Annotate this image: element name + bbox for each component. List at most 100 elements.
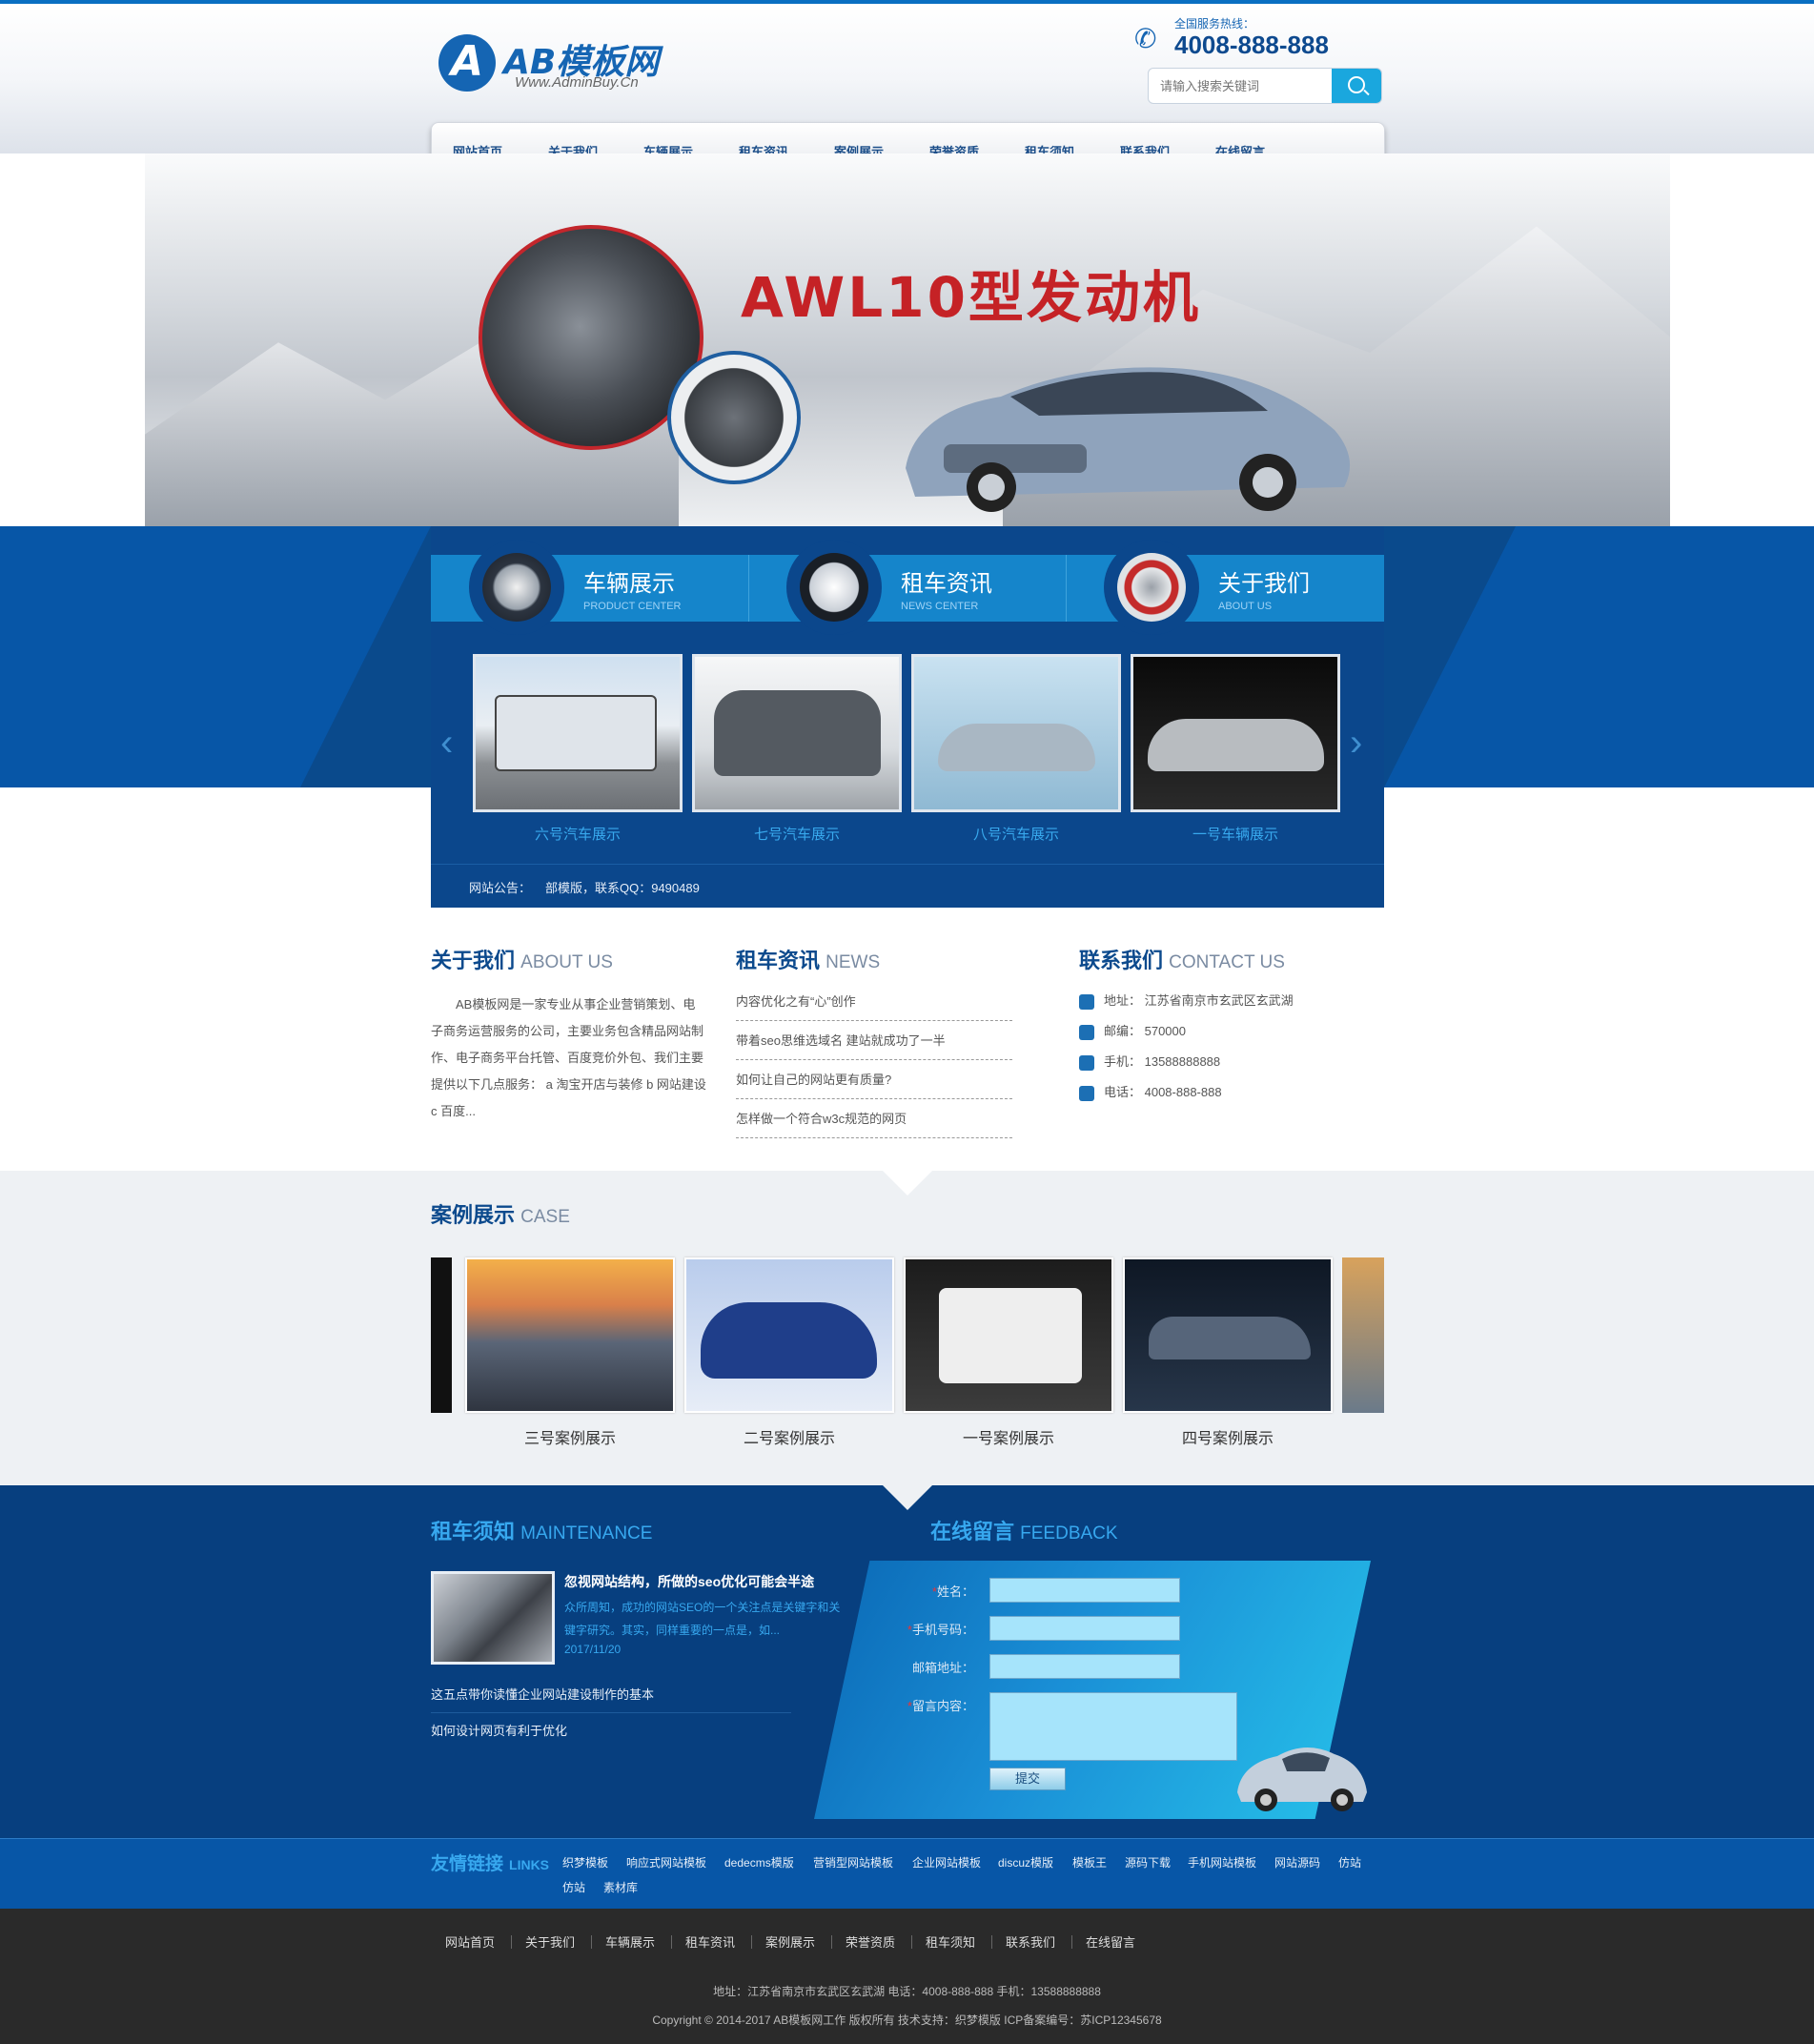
tire-image xyxy=(482,553,551,622)
phone-field[interactable] xyxy=(989,1616,1180,1641)
phone-label-text: 手机号码： xyxy=(911,1623,974,1637)
case-title-en: CASE xyxy=(520,1207,570,1227)
friend-link[interactable]: dedecms模版 xyxy=(724,1854,794,1870)
maintenance-headline[interactable]: 忽视网站结构，所做的seo优化可能会半途 xyxy=(564,1572,814,1591)
product-card[interactable]: 六号汽车展示 xyxy=(473,654,683,854)
message-label: *留言内容： xyxy=(879,1696,974,1714)
phone-label: *手机号码： xyxy=(879,1620,974,1638)
friend-link[interactable]: 手机网站模板 xyxy=(1188,1854,1256,1870)
hotline-label: 全国服务热线： xyxy=(1174,17,1255,31)
prev-arrow-icon[interactable]: ‹ xyxy=(440,722,453,765)
next-arrow-icon[interactable]: › xyxy=(1350,722,1362,765)
maintenance-title: 租车须知 MAINTENANCE xyxy=(431,1515,652,1545)
case-caption: 三号案例展示 xyxy=(523,1431,616,1447)
bus-image xyxy=(473,654,683,812)
product-card[interactable]: 七号汽车展示 xyxy=(692,654,902,854)
case-caption: 四号案例展示 xyxy=(1181,1431,1274,1447)
tab-vehicles[interactable]: 车辆展示 PRODUCT CENTER xyxy=(431,540,748,635)
case-card[interactable]: 四号案例展示 xyxy=(1123,1257,1333,1447)
case-title-cn: 案例展示 xyxy=(431,1203,516,1227)
product-caption: 一号车辆展示 xyxy=(1192,827,1278,843)
about-text: AB模板网是一家专业从事企业营销策划、电子商务运营服务的公司，主要业务包含精品网… xyxy=(431,997,706,1118)
contact-title: 联系我们 CONTACT US xyxy=(1079,944,1285,974)
site-logo[interactable]: A AB模板网 Www.AdminBuy.Cn xyxy=(438,31,686,97)
notice-label: 网站公告： xyxy=(469,881,532,895)
message-label-text: 留言内容： xyxy=(911,1699,974,1713)
friend-link[interactable]: 模板王 xyxy=(1072,1854,1107,1870)
contact-mobile-text: 手机： 13588888888 xyxy=(1104,1054,1221,1069)
beetle-image xyxy=(800,553,868,622)
maintenance-title-en: MAINTENANCE xyxy=(520,1523,653,1543)
tab-subtitle: PRODUCT CENTER xyxy=(583,601,682,612)
email-field[interactable] xyxy=(989,1654,1180,1679)
footer-copyright: Copyright © 2014-2017 AB模板网工作 版权所有 技术支持：… xyxy=(652,2013,1162,2027)
section-notch xyxy=(883,1171,932,1196)
footer-nav-honors[interactable]: 荣誉资质 xyxy=(846,1932,895,1951)
suv-image xyxy=(904,1257,1113,1413)
footer-nav-vehicles[interactable]: 车辆展示 xyxy=(605,1932,655,1951)
footer-separator xyxy=(1071,1935,1072,1949)
dashboard-image[interactable] xyxy=(431,1571,555,1665)
about-title-en: ABOUT US xyxy=(520,952,613,972)
friend-link[interactable]: 企业网站模板 xyxy=(912,1854,981,1870)
tab-about[interactable]: 关于我们 ABOUT US xyxy=(1066,540,1383,635)
product-card[interactable]: 八号汽车展示 xyxy=(911,654,1121,854)
case-caption: 二号案例展示 xyxy=(743,1431,835,1447)
case-card[interactable]: 三号案例展示 xyxy=(465,1257,675,1447)
friend-link[interactable]: discuz模版 xyxy=(998,1854,1053,1870)
feedback-title: 在线留言 FEEDBACK xyxy=(930,1515,1118,1545)
footer-nav-feedback[interactable]: 在线留言 xyxy=(1086,1932,1135,1951)
friend-link[interactable]: 素材库 xyxy=(603,1879,638,1895)
friend-link[interactable]: 仿站 xyxy=(562,1879,585,1895)
contact-address: 地址： 江苏省南京市玄武区玄武湖 xyxy=(1079,986,1365,1016)
contact-zip-text: 邮编： 570000 xyxy=(1104,1024,1186,1038)
name-field[interactable] xyxy=(989,1578,1180,1603)
tab-news[interactable]: 租车资讯 NEWS CENTER xyxy=(748,540,1066,635)
contact-title-cn: 联系我们 xyxy=(1079,949,1164,972)
mail-icon xyxy=(1079,1025,1094,1040)
friend-link[interactable]: 网站源码 xyxy=(1274,1854,1320,1870)
contact-mobile: 手机： 13588888888 xyxy=(1079,1047,1365,1077)
case-card[interactable]: 二号案例展示 xyxy=(684,1257,894,1447)
footer-nav-about[interactable]: 关于我们 xyxy=(525,1932,575,1951)
submit-button[interactable]: 提交 xyxy=(989,1768,1066,1790)
news-item[interactable]: 带着seo思维选域名 建站就成功了一半 xyxy=(736,1021,1012,1060)
news-item[interactable]: 如何让自己的网站更有质量? xyxy=(736,1060,1012,1099)
maintenance-link[interactable]: 如何设计网页有利于优化 xyxy=(431,1713,791,1749)
footer-nav-rental-notes[interactable]: 租车须知 xyxy=(926,1932,975,1951)
friend-link[interactable]: 仿站 xyxy=(1338,1854,1361,1870)
name-label-text: 姓名： xyxy=(936,1584,974,1599)
product-card[interactable]: 一号车辆展示 xyxy=(1131,654,1340,854)
tab-title: 租车资讯 xyxy=(901,571,992,597)
footer-nav-contact[interactable]: 联系我们 xyxy=(1006,1932,1055,1951)
footer-separator xyxy=(671,1935,672,1949)
roadster-image xyxy=(1131,654,1340,812)
message-field[interactable] xyxy=(989,1692,1237,1761)
email-label: 邮箱地址： xyxy=(879,1658,974,1676)
hotline-number: 4008-888-888 xyxy=(1174,31,1329,59)
phone-icon: ✆ xyxy=(1134,24,1157,53)
news-item[interactable]: 怎样做一个符合w3c规范的网页 xyxy=(736,1099,1012,1138)
search-input[interactable] xyxy=(1149,69,1330,103)
friend-link[interactable]: 营销型网站模板 xyxy=(813,1854,893,1870)
brake-disc-icon xyxy=(1104,540,1199,635)
case-card[interactable]: 一号案例展示 xyxy=(904,1257,1113,1447)
friend-links-bar xyxy=(0,1838,1814,1909)
footer-address: 地址：江苏省南京市玄武区玄武湖 电话：4008-888-888 手机：13588… xyxy=(713,1985,1101,1998)
about-title-cn: 关于我们 xyxy=(431,949,516,972)
concept-car-image xyxy=(1123,1257,1333,1413)
product-tabs: 车辆展示 PRODUCT CENTER 租车资讯 NEWS CENTER 关于我… xyxy=(431,540,1384,635)
footer-nav-home[interactable]: 网站首页 xyxy=(445,1932,495,1951)
product-caption: 七号汽车展示 xyxy=(753,827,840,843)
footer-nav-news[interactable]: 租车资讯 xyxy=(685,1932,735,1951)
friend-link[interactable]: 源码下载 xyxy=(1125,1854,1171,1870)
maintenance-link[interactable]: 这五点带你读懂企业网站建设制作的基本 xyxy=(431,1677,791,1713)
banner-title: AWL10型发动机 xyxy=(741,265,1201,330)
phone-icon xyxy=(1079,1055,1094,1071)
friend-link[interactable]: 响应式网站模板 xyxy=(626,1854,706,1870)
news-item[interactable]: 内容优化之有“心”创作 xyxy=(736,982,1012,1021)
friend-link[interactable]: 织梦模板 xyxy=(562,1854,608,1870)
footer-nav-cases[interactable]: 案例展示 xyxy=(765,1932,815,1951)
beetle-car-image xyxy=(1237,1747,1367,1811)
search-button[interactable] xyxy=(1332,69,1381,103)
